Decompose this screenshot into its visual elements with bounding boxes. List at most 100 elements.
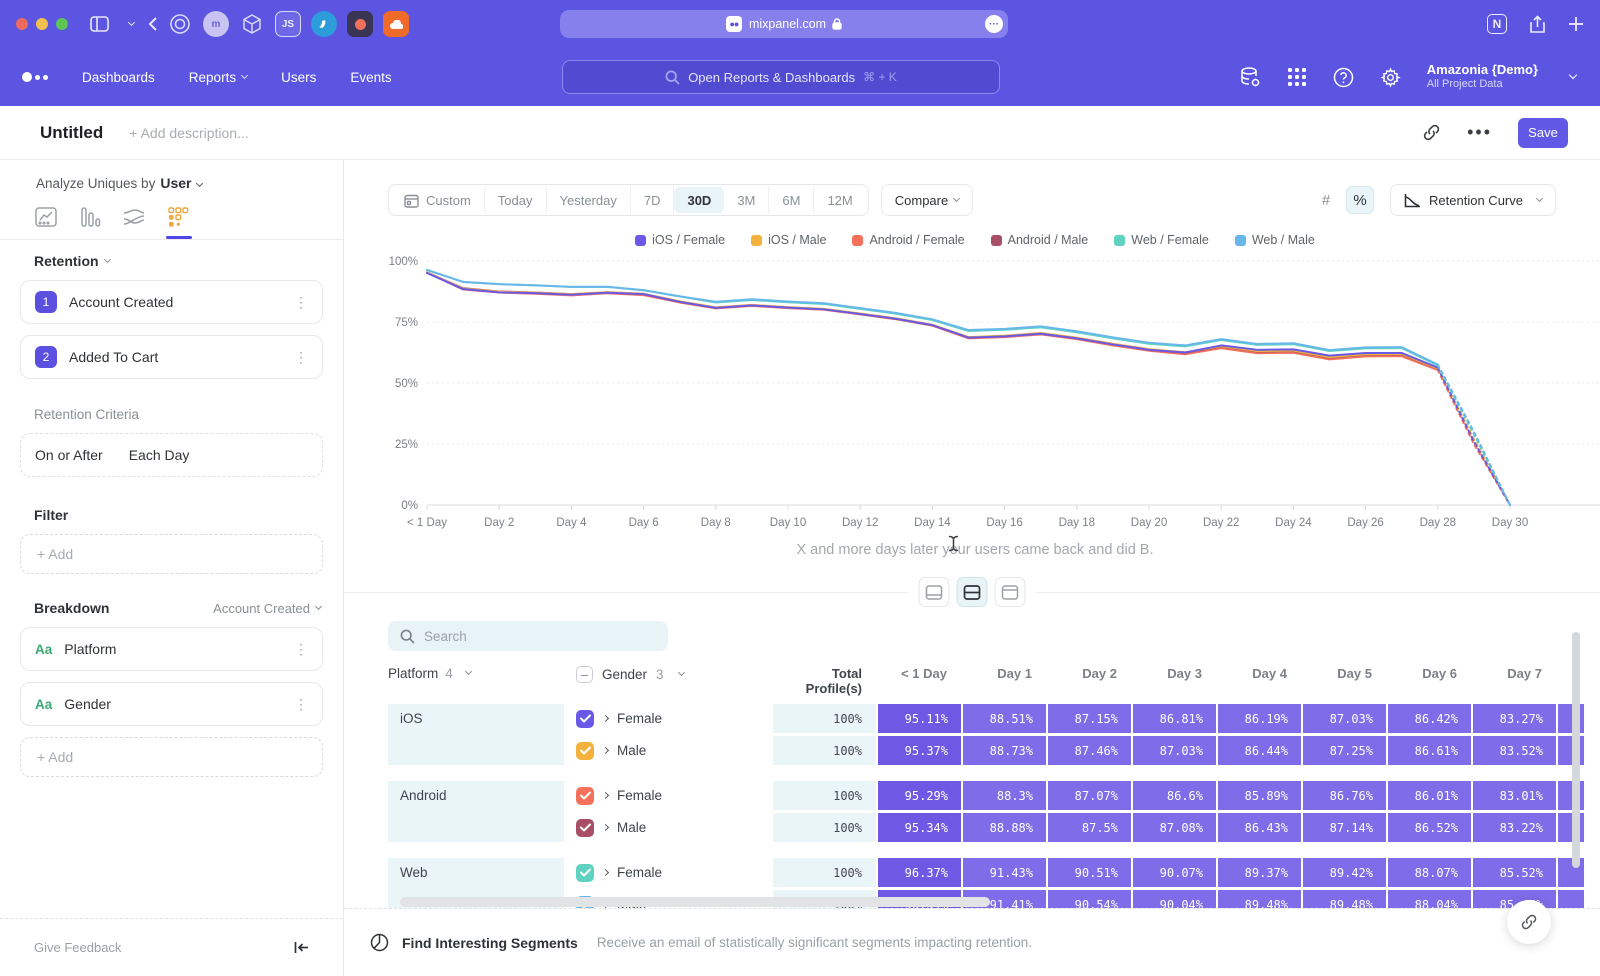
layout-split-button[interactable] — [957, 577, 988, 607]
segments-title[interactable]: Find Interesting Segments — [402, 935, 578, 951]
retention-cell[interactable]: 90.07% — [1133, 858, 1216, 887]
step-options-icon[interactable]: ⋮ — [294, 294, 308, 311]
expand-row-icon[interactable] — [602, 715, 609, 722]
legend-item[interactable]: iOS / Male — [751, 233, 826, 247]
filter-add-button[interactable]: + Add — [20, 534, 323, 574]
column-header-day-5[interactable]: Day 4 — [1216, 666, 1301, 696]
expand-row-icon[interactable] — [602, 869, 609, 876]
expand-row-icon[interactable] — [602, 792, 609, 799]
global-search-input[interactable]: Open Reports & Dashboards ⌘ + K — [562, 60, 1000, 94]
tab-insights[interactable] — [34, 205, 60, 239]
gender-label[interactable]: Male — [617, 743, 646, 758]
apps-grid-icon[interactable] — [1287, 67, 1307, 87]
retention-cell[interactable]: 95.37% — [878, 736, 961, 765]
series-checkbox[interactable] — [576, 787, 594, 805]
platform-column-header[interactable]: Platform4 — [388, 666, 471, 681]
column-header-day-3[interactable]: Day 2 — [1046, 666, 1131, 696]
retention-cell[interactable]: 88.07% — [1388, 858, 1471, 887]
retention-cell[interactable]: 83.52% — [1473, 736, 1556, 765]
layout-chart-only-button[interactable] — [919, 577, 950, 607]
retention-cell[interactable]: 95.34% — [878, 813, 961, 842]
extension-icon-7[interactable] — [383, 11, 409, 37]
retention-cell[interactable]: 85.89% — [1218, 781, 1301, 810]
range-yesterday[interactable]: Yesterday — [547, 187, 631, 213]
chart-type-selector[interactable]: Retention Curve — [1390, 184, 1556, 216]
retention-cell[interactable]: 83.27% — [1473, 704, 1556, 733]
retention-line-chart[interactable]: 0%25%50%75%100%< 1 DayDay 2Day 4Day 6Day… — [344, 254, 1600, 534]
series-checkbox[interactable] — [576, 819, 594, 837]
retention-cell[interactable]: 87.03% — [1133, 736, 1216, 765]
criteria-interval[interactable]: Each Day — [129, 447, 308, 463]
extension-icon-5[interactable] — [311, 11, 337, 37]
nav-item-events[interactable]: Events — [350, 70, 391, 85]
retention-cell[interactable]: 83.01% — [1473, 781, 1556, 810]
back-icon[interactable] — [148, 17, 157, 31]
horizontal-scrollbar[interactable] — [400, 897, 990, 907]
breakdown-property[interactable]: Platform — [64, 641, 294, 657]
new-tab-icon[interactable] — [1568, 16, 1584, 32]
breakdown-property[interactable]: Gender — [64, 696, 294, 712]
extension-icon-3[interactable] — [239, 11, 265, 37]
step-card-2[interactable]: 2 Added To Cart ⋮ — [20, 335, 323, 379]
retention-cell[interactable]: 86.81% — [1133, 704, 1216, 733]
nav-item-reports[interactable]: Reports — [189, 70, 247, 85]
column-header-total[interactable]: Total Profile(s) — [773, 666, 876, 696]
sidebar-toggle-icon[interactable] — [90, 16, 109, 32]
url-more-icon[interactable]: ··· — [985, 15, 1003, 33]
legend-item[interactable]: iOS / Female — [635, 233, 725, 247]
retention-cell-partial[interactable] — [1558, 704, 1584, 733]
breakdown-add-button[interactable]: + Add — [20, 737, 323, 777]
tab-flows[interactable] — [122, 205, 148, 239]
step-options-icon[interactable]: ⋮ — [294, 349, 308, 366]
retention-cell[interactable]: 86.01% — [1388, 781, 1471, 810]
breakdown-options-icon[interactable]: ⋮ — [294, 696, 308, 713]
breakdown-event-selector[interactable]: Account Created — [213, 601, 321, 616]
nav-item-users[interactable]: Users — [281, 70, 316, 85]
help-icon[interactable] — [1333, 67, 1354, 88]
tab-funnels[interactable] — [78, 205, 104, 239]
legend-item[interactable]: Web / Female — [1114, 233, 1209, 247]
range-6m[interactable]: 6M — [769, 187, 814, 213]
range-12m[interactable]: 12M — [814, 187, 865, 213]
retention-cell[interactable]: 96.37% — [878, 858, 961, 887]
retention-cell[interactable]: 87.46% — [1048, 736, 1131, 765]
compare-button[interactable]: Compare — [881, 184, 973, 216]
data-management-icon[interactable] — [1239, 66, 1261, 88]
analyze-uniques-row[interactable]: Analyze Uniques byUser — [36, 175, 343, 191]
retention-cell[interactable]: 95.29% — [878, 781, 961, 810]
gender-cell[interactable]: Male — [564, 819, 773, 837]
legend-item[interactable]: Android / Female — [852, 233, 964, 247]
gender-column-header[interactable]: – Gender3 — [576, 666, 684, 683]
range-30d[interactable]: 30D — [674, 187, 724, 213]
vertical-scrollbar[interactable] — [1572, 632, 1580, 868]
zoom-window-button[interactable] — [56, 18, 68, 30]
retention-cell[interactable]: 90.51% — [1048, 858, 1131, 887]
analyze-value[interactable]: User — [160, 175, 191, 191]
retention-cell[interactable]: 87.14% — [1303, 813, 1386, 842]
range-3m[interactable]: 3M — [724, 187, 769, 213]
retention-cell[interactable]: 87.07% — [1048, 781, 1131, 810]
more-options-icon[interactable]: ••• — [1467, 122, 1492, 143]
retention-cell-partial[interactable] — [1558, 736, 1584, 765]
collapse-sidebar-icon[interactable] — [294, 941, 309, 954]
criteria-type[interactable]: On or After — [35, 447, 103, 463]
breakdown-card-platform[interactable]: Aa Platform ⋮ — [20, 627, 323, 671]
series-checkbox[interactable] — [576, 742, 594, 760]
minimize-window-button[interactable] — [36, 18, 48, 30]
expand-row-icon[interactable] — [602, 824, 609, 831]
column-header-day-2[interactable]: Day 1 — [961, 666, 1046, 696]
step-event-name[interactable]: Added To Cart — [69, 349, 294, 365]
chevron-down-icon[interactable] — [123, 22, 134, 27]
step-event-name[interactable]: Account Created — [69, 294, 294, 310]
select-all-checkbox[interactable]: – — [576, 666, 593, 683]
extension-icon-js[interactable]: JS — [275, 11, 301, 37]
report-title[interactable]: Untitled — [40, 123, 103, 143]
retention-cell[interactable]: 86.61% — [1388, 736, 1471, 765]
account-switcher[interactable]: Amazonia {Demo} All Project Data — [1427, 62, 1538, 92]
url-bar[interactable]: ●● mixpanel.com ··· — [560, 10, 1008, 38]
column-header-day-8[interactable]: Day 7 — [1471, 666, 1556, 696]
retention-cell[interactable]: 86.6% — [1133, 781, 1216, 810]
retention-cell[interactable]: 89.37% — [1218, 858, 1301, 887]
retention-cell[interactable]: 87.5% — [1048, 813, 1131, 842]
close-window-button[interactable] — [16, 18, 28, 30]
